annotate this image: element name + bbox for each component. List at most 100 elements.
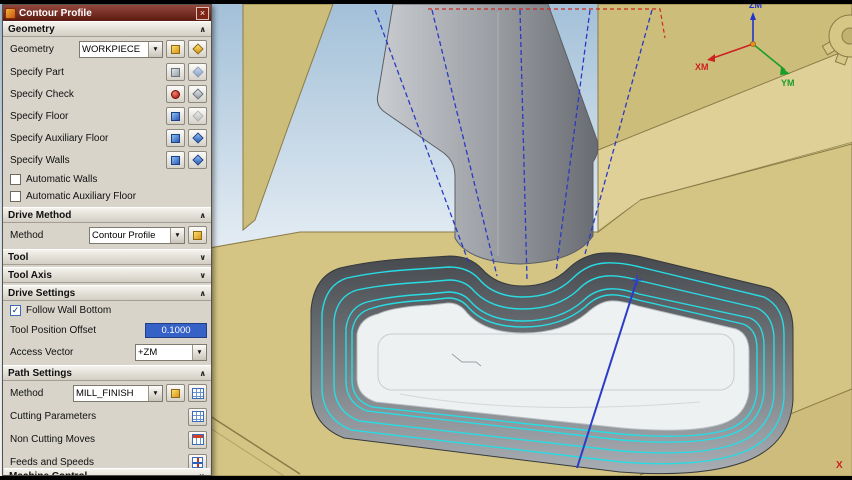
- geometry-row: Geometry WORKPIECE ▼: [3, 37, 211, 61]
- specify-part-row: Specify Part: [3, 61, 211, 83]
- path-method-dropdown[interactable]: MILL_FINISH ▼: [73, 384, 163, 402]
- select-floor-icon[interactable]: [166, 107, 185, 125]
- chevron-down-icon[interactable]: ∨: [200, 271, 208, 280]
- dialog-titlebar[interactable]: Contour Profile ×: [3, 5, 211, 21]
- follow-wall-bottom-row: ✓ Follow Wall Bottom: [3, 301, 211, 319]
- new-geometry-glyph-icon: [191, 43, 204, 55]
- section-geometry: Geometry ∧ Geometry WORKPIECE ▼ Specify …: [3, 21, 211, 207]
- geometry-dropdown[interactable]: WORKPIECE ▼: [79, 40, 163, 58]
- cutting-parameters-row: Cutting Parameters: [3, 405, 211, 428]
- section-header-tool[interactable]: Tool ∨: [3, 249, 211, 265]
- chevron-up-icon[interactable]: ∧: [200, 211, 208, 220]
- walls-geometry-icon: [171, 155, 180, 165]
- section-tool: Tool ∨: [3, 249, 211, 267]
- specify-auxiliary-floor-row: Specify Auxiliary Floor: [3, 127, 211, 149]
- moves-grid-icon: [191, 434, 204, 445]
- dropdown-arrow-icon[interactable]: ▼: [148, 385, 162, 401]
- follow-wall-bottom-label: Follow Wall Bottom: [26, 304, 112, 316]
- drive-method-row: Method Contour Profile ▼: [3, 223, 211, 247]
- section-title: Geometry: [8, 23, 55, 35]
- section-title: Tool: [8, 251, 29, 263]
- display-diamond-icon: [191, 132, 204, 144]
- display-walls-icon[interactable]: [188, 151, 207, 169]
- access-vector-dropdown[interactable]: +ZM ▼: [135, 343, 207, 361]
- new-geometry-icon[interactable]: [188, 40, 207, 58]
- dropdown-arrow-icon[interactable]: ▼: [148, 41, 162, 57]
- geometry-label: Geometry: [10, 43, 54, 55]
- xm-axis-label: XM: [695, 62, 709, 72]
- drive-method-dropdown[interactable]: Contour Profile ▼: [89, 226, 185, 244]
- section-header-drive-method[interactable]: Drive Method ∧: [3, 207, 211, 223]
- edit-method-icon[interactable]: [166, 384, 185, 402]
- section-header-machine-control[interactable]: Machine Control ∨: [4, 468, 210, 475]
- path-method-row: Method MILL_FINISH ▼: [3, 381, 211, 405]
- non-cutting-moves-row: Non Cutting Moves: [3, 428, 211, 451]
- specify-walls-row: Specify Walls: [3, 149, 211, 171]
- cutting-parameters-label: Cutting Parameters: [10, 411, 97, 422]
- automatic-walls-checkbox[interactable]: [10, 174, 21, 185]
- close-icon[interactable]: ×: [196, 6, 209, 20]
- display-diamond-icon: [191, 88, 204, 100]
- dropdown-arrow-icon[interactable]: ▼: [170, 227, 184, 243]
- follow-wall-bottom-checkbox[interactable]: ✓: [10, 304, 21, 316]
- tool-position-offset-label: Tool Position Offset: [10, 324, 96, 336]
- chevron-up-icon[interactable]: ∧: [200, 25, 208, 34]
- specify-auxiliary-floor-label: Specify Auxiliary Floor: [10, 132, 109, 144]
- specify-floor-row: Specify Floor: [3, 105, 211, 127]
- drive-method-label: Method: [10, 229, 44, 241]
- dropdown-arrow-icon[interactable]: ▼: [192, 344, 206, 360]
- access-vector-value: +ZM: [138, 346, 158, 358]
- triad-origin: [750, 41, 756, 47]
- wrench-icon: [193, 230, 202, 240]
- select-auxiliary-floor-icon[interactable]: [166, 129, 185, 147]
- drive-method-value: Contour Profile: [92, 229, 156, 241]
- wrench-icon: [171, 44, 180, 54]
- dialog-app-icon: [5, 7, 16, 19]
- select-check-icon[interactable]: [166, 85, 185, 103]
- ym-axis-label: YM: [781, 78, 795, 88]
- automatic-auxiliary-floor-row: Automatic Auxiliary Floor: [3, 188, 211, 205]
- dialog-title: Contour Profile: [19, 7, 92, 19]
- section-drive-method: Drive Method ∧ Method Contour Profile ▼: [3, 207, 211, 249]
- display-diamond-icon: [191, 110, 204, 122]
- section-title: Drive Settings: [8, 287, 76, 299]
- feeds-and-speeds-label: Feeds and Speeds: [10, 457, 94, 468]
- contour-profile-dialog: Contour Profile × Geometry ∧ Geometry WO…: [2, 4, 212, 476]
- section-title: Tool Axis: [8, 269, 52, 281]
- display-diamond-icon: [191, 66, 204, 78]
- automatic-walls-label: Automatic Walls: [26, 174, 98, 185]
- tool-position-offset-input[interactable]: 0.1000: [145, 322, 207, 338]
- select-part-icon[interactable]: [166, 63, 185, 81]
- path-method-label: Method: [10, 387, 44, 399]
- floor-geometry-icon: [171, 111, 180, 121]
- automatic-auxiliary-floor-label: Automatic Auxiliary Floor: [26, 191, 137, 202]
- check-geometry-icon: [171, 89, 180, 99]
- display-check-icon[interactable]: [188, 85, 207, 103]
- display-auxiliary-floor-icon[interactable]: [188, 129, 207, 147]
- chevron-up-icon[interactable]: ∧: [200, 289, 208, 298]
- edit-drive-method-icon[interactable]: [188, 226, 207, 244]
- specify-part-label: Specify Part: [10, 66, 64, 78]
- feeds-cross-icon: [192, 457, 203, 468]
- non-cutting-moves-icon[interactable]: [188, 430, 207, 449]
- path-method-value: MILL_FINISH: [76, 387, 134, 399]
- section-header-tool-axis[interactable]: Tool Axis ∨: [3, 267, 211, 283]
- select-geometry-icon[interactable]: [166, 40, 185, 58]
- display-floor-icon[interactable]: [188, 107, 207, 125]
- automatic-auxiliary-floor-checkbox[interactable]: [10, 191, 21, 202]
- section-header-drive-settings[interactable]: Drive Settings ∧: [3, 285, 211, 301]
- section-header-path-settings[interactable]: Path Settings ∧: [3, 365, 211, 381]
- zm-axis-label: ZM: [749, 4, 762, 10]
- section-tool-axis: Tool Axis ∨: [3, 267, 211, 285]
- display-part-icon[interactable]: [188, 63, 207, 81]
- chevron-up-icon[interactable]: ∧: [200, 369, 208, 378]
- section-header-geometry[interactable]: Geometry ∧: [3, 21, 211, 37]
- section-title: Drive Method: [8, 209, 72, 221]
- chevron-down-icon[interactable]: ∨: [200, 253, 208, 262]
- cutting-parameters-icon[interactable]: [188, 407, 207, 426]
- access-vector-label: Access Vector: [10, 346, 74, 358]
- section-title: Path Settings: [8, 367, 72, 379]
- specify-floor-label: Specify Floor: [10, 110, 69, 122]
- new-method-icon[interactable]: [188, 384, 207, 402]
- select-walls-icon[interactable]: [166, 151, 185, 169]
